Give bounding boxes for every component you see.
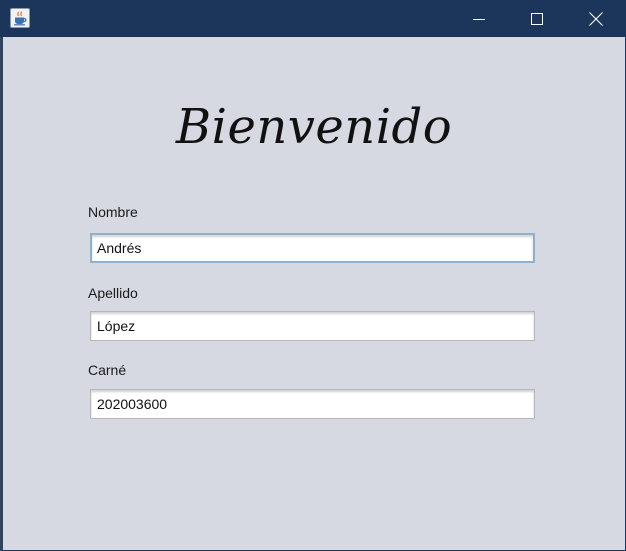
carne-label: Carné <box>88 362 127 378</box>
minimize-icon <box>473 18 485 20</box>
apellido-field[interactable] <box>90 311 535 341</box>
welcome-heading: Bienvenido <box>175 99 453 155</box>
carne-field[interactable] <box>90 389 535 419</box>
nombre-label: Nombre <box>88 204 138 220</box>
maximize-icon <box>531 12 543 25</box>
title-bar[interactable] <box>0 0 626 37</box>
close-button[interactable] <box>567 0 625 37</box>
nombre-field[interactable] <box>90 233 535 263</box>
apellido-label: Apellido <box>88 285 138 301</box>
close-icon <box>589 11 603 26</box>
maximize-button[interactable] <box>508 0 566 37</box>
minimize-button[interactable] <box>450 0 508 37</box>
app-window: Bienvenido Nombre Apellido Carné <box>0 0 626 551</box>
java-cup-icon[interactable] <box>10 8 30 28</box>
form-panel: Bienvenido Nombre Apellido Carné <box>3 37 625 550</box>
